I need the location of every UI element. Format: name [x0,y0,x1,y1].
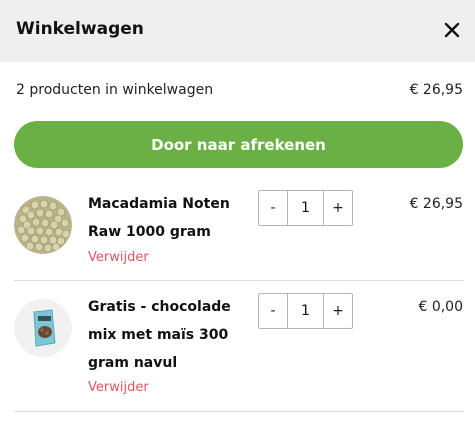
checkout-button[interactable]: Door naar afrekenen [14,121,463,168]
product-price: € 26,95 [409,196,463,212]
decrement-button[interactable]: - [259,294,287,328]
increment-button[interactable]: + [324,294,352,328]
close-button[interactable] [440,18,464,42]
close-icon [444,22,460,38]
cart-header: Winkelwagen [0,0,475,62]
quantity-value[interactable]: 1 [287,294,324,328]
product-image[interactable] [14,196,72,254]
cart-total: € 26,95 [409,82,463,98]
cart-item: Macadamia Noten Raw 1000 gram Verwijder … [0,180,475,281]
product-image[interactable] [14,299,72,357]
quantity-value[interactable]: 1 [287,191,324,225]
cart-title: Winkelwagen [16,19,144,39]
quantity-stepper: - 1 + [258,190,353,226]
divider [14,280,464,281]
product-name[interactable]: Gratis - chocolade mix met maïs 300 gram… [88,293,238,377]
product-price: € 0,00 [418,299,463,315]
remove-button[interactable]: Verwijder [88,380,149,395]
increment-button[interactable]: + [324,191,352,225]
quantity-stepper: - 1 + [258,293,353,329]
decrement-button[interactable]: - [259,191,287,225]
product-name[interactable]: Macadamia Noten Raw 1000 gram [88,190,238,246]
cart-item: Gratis - chocolade mix met maïs 300 gram… [0,282,475,412]
remove-button[interactable]: Verwijder [88,250,149,265]
cart-item-count: 2 producten in winkelwagen [16,82,214,98]
divider [14,411,464,412]
